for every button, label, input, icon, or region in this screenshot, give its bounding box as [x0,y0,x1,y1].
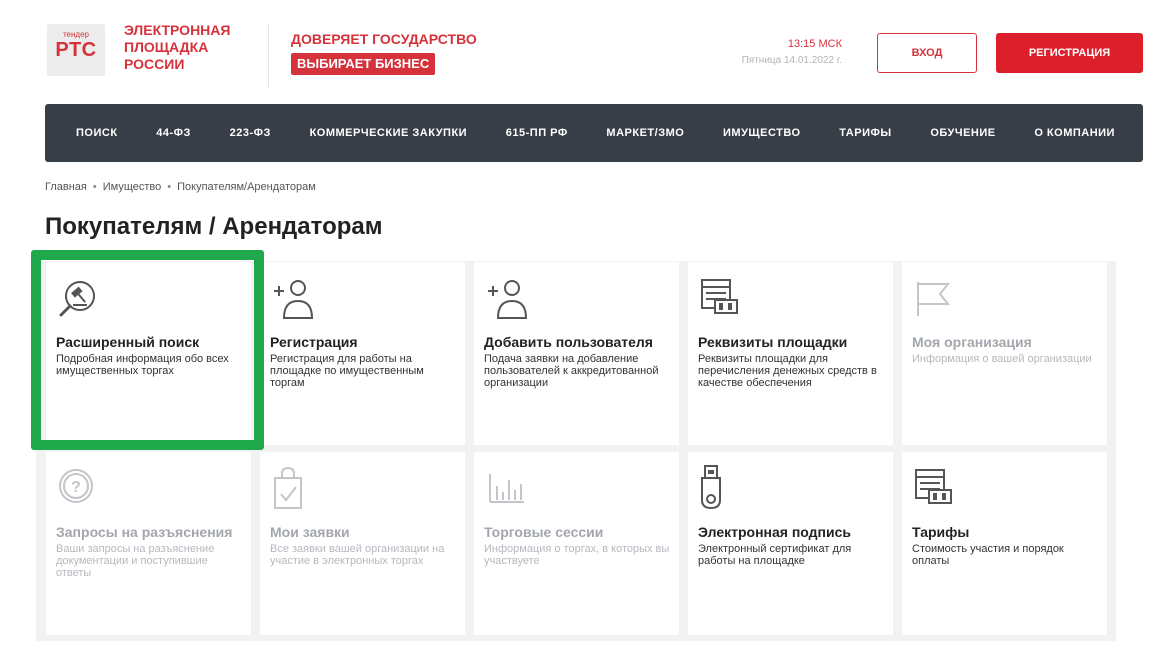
tile-title: Мои заявки [270,524,350,540]
tile-clarification-requests[interactable]: ? Запросы на разъяснения Ваши запросы на… [46,452,251,635]
tile-desc: Подробная информация обо всех имуществен… [56,353,229,377]
tile-desc: Подача заявки на добавление пользователе… [484,353,659,389]
slogan-top: ДОВЕРЯЕТ ГОСУДАРСТВО [291,31,477,47]
tile-add-user[interactable]: Добавить пользователя Подача заявки на д… [474,262,679,445]
nav-item-market[interactable]: МАРКЕТ/ЗМО [606,127,684,139]
tile-title: Электронная подпись [698,524,851,540]
breadcrumb-home[interactable]: Главная [45,181,87,193]
logo-big-text: РТС [55,39,97,61]
nav-item-commercial[interactable]: КОММЕРЧЕСКИЕ ЗАКУПКИ [310,127,468,139]
tile-title: Добавить пользователя [484,334,653,350]
nav-item-training[interactable]: ОБУЧЕНИЕ [930,127,995,139]
add-user-icon [274,280,314,319]
tile-desc: Ваши запросы на разъяснение документации… [56,543,215,579]
tile-tariffs[interactable]: Тарифы Стоимость участия и порядок оплат… [902,452,1107,635]
logo-caption-line: ЭЛЕКТРОННАЯ [124,22,231,38]
nav-item-615pp[interactable]: 615-ПП РФ [506,127,568,139]
logo-caption-line: ПЛОЩАДКА [124,39,209,55]
tile-registration[interactable]: Регистрация Регистрация для работы на пл… [260,262,465,445]
breadcrumb-separator: • [92,181,97,193]
search-gavel-icon [59,281,95,317]
header-divider [268,24,269,88]
logo-small-text: тендер [62,30,89,39]
breadcrumb-property[interactable]: Имущество [103,181,162,193]
main-nav: ПОИСК 44-ФЗ 223-ФЗ КОММЕРЧЕСКИЕ ЗАКУПКИ … [45,104,1143,162]
breadcrumb-current: Покупателям/Арендаторам [177,181,316,193]
nav-item-about[interactable]: О КОМПАНИИ [1034,127,1115,139]
tile-title: Расширенный поиск [56,334,200,350]
tile-desc: Стоимость участия и порядок оплаты [912,543,1064,567]
logo-caption[interactable]: ЭЛЕКТРОННАЯ ПЛОЩАДКА РОССИИ [124,22,230,73]
logo[interactable]: тендер РТС [47,24,105,76]
tile-title: Реквизиты площадки [698,334,848,350]
slogan-bottom: ВЫБИРАЕТ БИЗНЕС [291,53,436,75]
clock-time: 13:15 МСК [787,38,842,50]
tile-title: Регистрация [270,334,358,350]
nav-item-tariffs[interactable]: ТАРИФЫ [839,127,891,139]
tile-my-applications[interactable]: Мои заявки Все заявки вашей организации … [260,452,465,635]
tile-electronic-signature[interactable]: Электронная подпись Электронный сертифик… [688,452,893,635]
usb-token-icon [701,465,721,510]
flag-icon [917,282,951,316]
login-button[interactable]: ВХОД [877,33,977,73]
requisites-icon [701,279,738,314]
breadcrumb-separator: • [167,181,172,193]
svg-text:?: ? [71,479,81,496]
tile-desc: Реквизиты площадки для перечисления дене… [698,353,877,389]
logo-caption-line: РОССИИ [124,56,185,72]
tile-title: Запросы на разъяснения [56,524,233,540]
site-header: тендер РТС ЭЛЕКТРОННАЯ ПЛОЩАДКА РОССИИ Д… [0,0,1171,100]
tile-advanced-search[interactable]: Расширенный поиск Подробная информация о… [46,262,251,445]
page-title: Покупателям / Арендаторам [45,213,383,240]
register-button[interactable]: РЕГИСТРАЦИЯ [996,33,1143,73]
tile-desc: Все заявки вашей организации на участие … [270,543,445,567]
clock-date: Пятница 14.01.2022 г. [741,55,842,66]
bar-chart-icon [489,474,524,503]
tile-my-organization[interactable]: Моя организация Информация о вашей орган… [902,262,1107,445]
breadcrumb: Главная • Имущество • Покупателям/Аренда… [45,181,316,193]
add-user-icon [488,280,528,319]
tile-desc: Информация о вашей организации [912,353,1092,365]
requisites-icon [915,469,952,504]
shopping-bag-check-icon [274,466,302,509]
tile-title: Тарифы [912,524,970,540]
tile-title: Моя организация [912,334,1032,350]
nav-item-property[interactable]: ИМУЩЕСТВО [723,127,801,139]
tile-trading-sessions[interactable]: Торговые сессии Информация о торгах, в к… [474,452,679,635]
nav-item-223fz[interactable]: 223-ФЗ [230,127,271,139]
tile-desc: Электронный сертификат для работы на пло… [698,543,852,567]
tile-desc: Регистрация для работы на площадке по им… [270,353,424,389]
tile-requisites[interactable]: Реквизиты площадки Реквизиты площадки дл… [688,262,893,445]
tile-title: Торговые сессии [484,524,604,540]
tile-desc: Информация о торгах, в которых вы участв… [484,543,670,567]
nav-item-44fz[interactable]: 44-ФЗ [156,127,191,139]
nav-item-search[interactable]: ПОИСК [76,127,118,139]
question-icon: ? [59,469,93,503]
